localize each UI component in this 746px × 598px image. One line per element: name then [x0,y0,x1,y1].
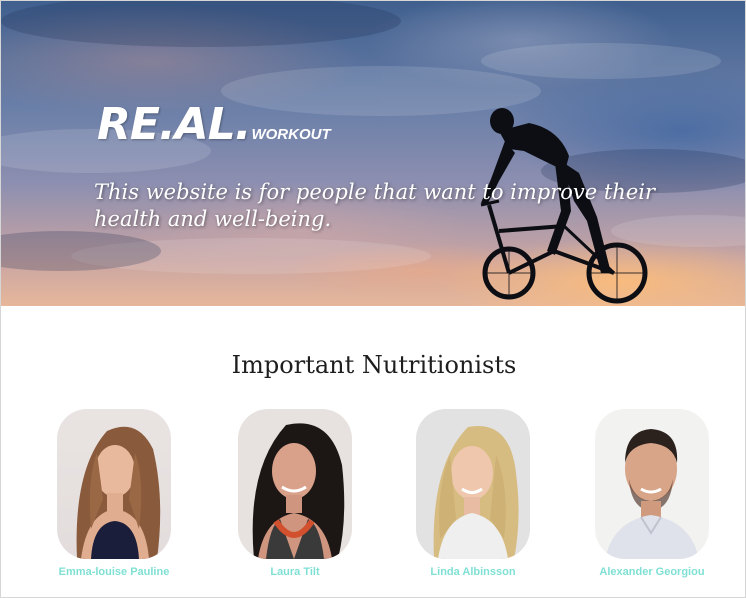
portrait-image [605,429,699,559]
portrait-image [252,423,345,559]
portrait-image [76,426,161,559]
section-title: Important Nutritionists [231,351,517,379]
page: RE.AL.WORKOUT This website is for people… [0,0,746,598]
nutritionist-card[interactable]: Emma-louise Pauline [34,409,194,578]
nutritionist-photo[interactable] [57,409,171,559]
nutritionist-photo[interactable] [416,409,530,559]
hero-banner: RE.AL.WORKOUT This website is for people… [1,1,745,306]
nutritionist-name[interactable]: Alexander Georgiou [572,566,732,578]
logo-sub-text: WORKOUT [251,126,331,143]
logo-main-text: RE.AL. [97,99,251,150]
portrait-image [433,425,519,559]
nutritionist-card[interactable]: Linda Albinsson [393,409,553,578]
site-logo[interactable]: RE.AL.WORKOUT [97,99,331,150]
nutritionist-name[interactable]: Laura Tilt [215,566,375,578]
nutritionist-photo[interactable] [595,409,709,559]
nutritionist-name[interactable]: Linda Albinsson [393,566,553,578]
nutritionist-name[interactable]: Emma-louise Pauline [34,566,194,578]
nutritionists-list: Emma-louise Pauline Laura Tilt Linda Alb… [1,409,745,597]
nutritionist-photo[interactable] [238,409,352,559]
hero-tagline: This website is for people that want to … [94,180,656,231]
nutritionist-card[interactable]: Alexander Georgiou [572,409,732,578]
nutritionist-card[interactable]: Laura Tilt [215,409,375,578]
